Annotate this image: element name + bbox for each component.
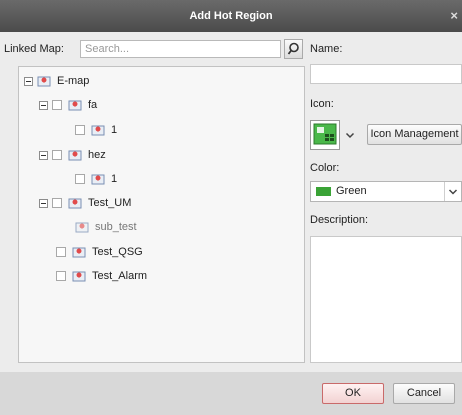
color-swatch (316, 187, 331, 196)
node-checkbox[interactable] (75, 174, 85, 184)
hot-region-icon (313, 123, 337, 145)
search-icon (287, 42, 299, 55)
node-checkbox[interactable] (52, 150, 62, 160)
node-checkbox[interactable] (52, 198, 62, 208)
description-label: Description: (310, 214, 369, 226)
close-icon[interactable]: × (450, 0, 458, 32)
name-field[interactable] (310, 64, 462, 84)
map-icon (75, 222, 89, 233)
name-label: Name: (310, 43, 343, 55)
node-checkbox[interactable] (56, 271, 66, 281)
title-bar: Add Hot Region × (0, 0, 462, 32)
node-checkbox[interactable] (75, 125, 85, 135)
map-tree[interactable]: E-map fa 1 hez 1 Test_UM sub_test Test_Q… (18, 66, 305, 363)
icon-label: Icon: (310, 98, 334, 110)
collapse-toggle[interactable] (39, 100, 48, 110)
tree-node-test-um[interactable]: Test_UM (39, 195, 131, 211)
tree-node-test-alarm[interactable]: Test_Alarm (56, 268, 147, 284)
tree-node-label: Test_UM (88, 197, 132, 209)
tree-node-label: Test_Alarm (92, 270, 148, 282)
linked-map-label: Linked Map: (4, 43, 64, 55)
tree-node-sub-test[interactable]: sub_test (75, 219, 137, 235)
tree-node-hez-1[interactable]: 1 (75, 171, 117, 187)
map-icon (37, 76, 51, 87)
search-input[interactable] (80, 40, 281, 58)
map-icon (68, 150, 82, 161)
tree-node-label: sub_test (95, 221, 137, 233)
map-icon (72, 247, 86, 258)
collapse-toggle[interactable] (39, 150, 48, 160)
tree-node-label: E-map (57, 75, 90, 87)
chevron-down-icon[interactable] (343, 124, 357, 146)
map-icon (91, 174, 105, 185)
cancel-button[interactable]: Cancel (393, 383, 455, 404)
add-hot-region-dialog: Add Hot Region × Linked Map: E-map fa 1 (0, 0, 462, 415)
color-value: Green (336, 185, 367, 197)
ok-button[interactable]: OK (322, 383, 384, 404)
description-field[interactable] (310, 236, 462, 363)
tree-node-label: fa (88, 99, 98, 111)
color-dropdown-arrow[interactable] (444, 182, 461, 201)
icon-management-button[interactable]: Icon Management (367, 124, 462, 145)
map-icon (91, 125, 105, 136)
tree-node-test-qsg[interactable]: Test_QSG (56, 244, 143, 260)
node-checkbox[interactable] (56, 247, 66, 257)
tree-node-fa-1[interactable]: 1 (75, 122, 117, 138)
icon-preview[interactable] (310, 120, 340, 150)
dialog-title: Add Hot Region (189, 10, 273, 22)
color-label: Color: (310, 162, 340, 174)
node-checkbox[interactable] (52, 100, 62, 110)
color-select[interactable]: Green (310, 181, 462, 202)
collapse-toggle[interactable] (24, 76, 33, 86)
tree-node-fa[interactable]: fa (39, 97, 97, 113)
tree-node-e-map[interactable]: E-map (24, 73, 89, 89)
map-icon (68, 198, 82, 209)
map-icon (68, 100, 82, 111)
tree-node-label: hez (88, 149, 106, 161)
collapse-toggle[interactable] (39, 198, 48, 208)
map-icon (72, 271, 86, 282)
tree-node-label: Test_QSG (92, 246, 143, 258)
tree-node-hez[interactable]: hez (39, 147, 106, 163)
tree-node-label: 1 (111, 124, 118, 136)
tree-node-label: 1 (111, 173, 118, 185)
search-button[interactable] (284, 39, 303, 59)
chevron-down-icon (448, 189, 458, 195)
